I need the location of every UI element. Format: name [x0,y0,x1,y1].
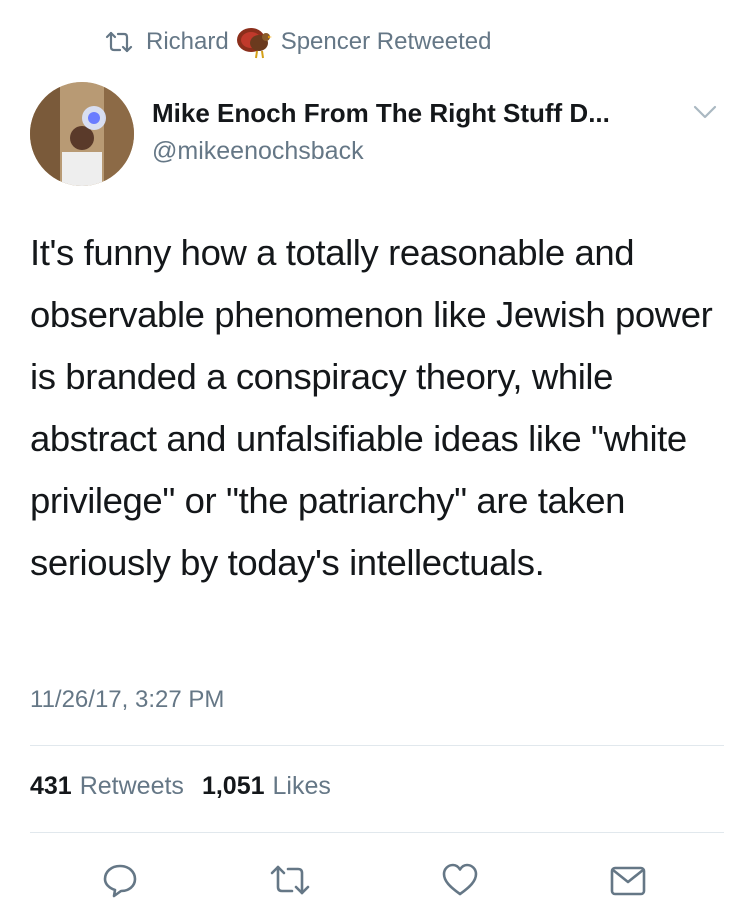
message-icon [610,866,646,896]
retweeter-first-name[interactable]: Richard [146,28,229,56]
reply-icon [103,864,137,898]
retweets-count: 431 [30,772,72,800]
retweets-label: Retweets [79,772,184,800]
handle[interactable]: @mikeenochsback [152,137,610,166]
action-bar [0,852,750,908]
retweet-icon [105,31,133,53]
divider [30,832,724,833]
avatar[interactable] [30,82,134,186]
avatar-photo [30,82,134,186]
likes-count: 1,051 [201,772,265,800]
turkey-emoji-icon [236,28,272,59]
tweet-header: Mike Enoch From The Right Stuff D... @mi… [30,82,720,186]
chevron-down-icon[interactable] [692,104,718,120]
tweet-text: It's funny how a totally reasonable and … [30,232,713,583]
message-button[interactable] [600,852,656,908]
reply-button[interactable] [92,852,148,908]
like-button[interactable] [432,852,488,908]
likes-label: Likes [272,772,331,800]
like-icon [442,863,478,896]
retweeted-label: Retweeted [376,28,492,55]
timestamp[interactable]: 11/26/17, 3:27 PM [30,686,224,714]
author-block[interactable]: Mike Enoch From The Right Stuff D... @mi… [152,98,610,166]
engagement-stats: 431 Retweets 1,051 Likes [30,772,349,801]
retweets-stat[interactable]: 431 Retweets [30,772,184,801]
retweet-icon [270,865,310,895]
likes-stat[interactable]: 1,051 Likes [202,772,331,801]
retweet-button[interactable] [262,852,318,908]
retweet-banner[interactable]: Richard Spencer Retweeted [104,22,492,62]
divider [30,745,724,746]
display-name[interactable]: Mike Enoch From The Right Stuff D... [152,98,610,129]
retweeter-last-name[interactable]: Spencer [281,28,370,56]
